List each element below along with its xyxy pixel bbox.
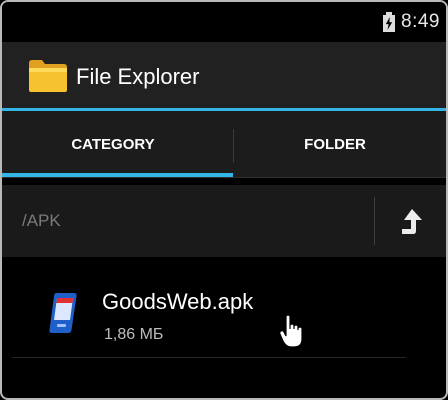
file-name: GoodsWeb.apk [102,289,254,314]
file-list-item[interactable]: GoodsWeb.apk 1,86 МБ [2,267,446,359]
tab-folder[interactable]: FOLDER [224,111,446,177]
tab-bar-bottom-line [2,177,446,178]
battery-charging-icon [383,12,396,32]
path-bar-separator [374,197,375,245]
folder-icon [29,60,67,92]
status-bar: 8:49 [2,2,446,42]
up-folder-button[interactable] [382,193,442,249]
action-bar: File Explorer [2,42,446,108]
list-divider [12,357,406,358]
tab-separator [233,129,234,163]
path-bar: /APK [2,185,446,257]
apk-phone-icon [49,293,77,333]
status-right: 8:49 [383,11,440,33]
screen-frame: 8:49 File Explorer CATEGORY FOLDER /APK [0,0,448,400]
tab-bar: CATEGORY FOLDER [2,111,446,177]
file-size: 1,86 МБ [104,326,164,343]
app-title: File Explorer [76,64,200,89]
tab-category[interactable]: CATEGORY [2,111,224,177]
up-arrow-icon [402,209,422,234]
current-path: /APK [22,211,61,230]
status-time: 8:49 [401,11,440,32]
